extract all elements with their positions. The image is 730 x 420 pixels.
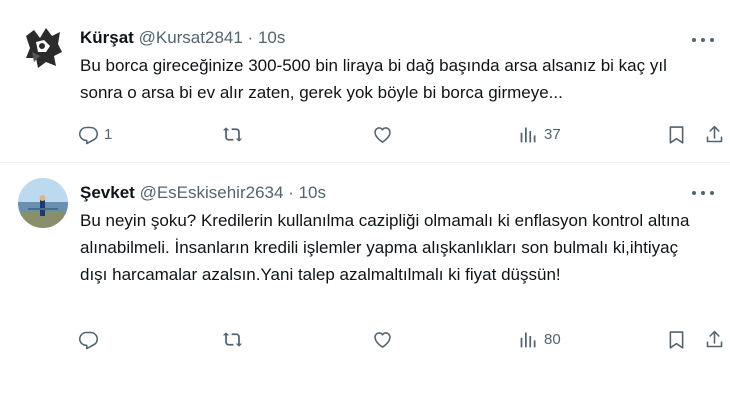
share-icon: [706, 330, 723, 347]
tweet-text: Bu neyin şoku? Kredilerin kullanılma caz…: [80, 211, 690, 284]
reply-count: 1: [104, 125, 113, 143]
tweet-header: Şevket @EsEskisehir2634 · 10s: [80, 183, 326, 203]
retweet-button[interactable]: [222, 325, 243, 353]
retweet-icon: [222, 126, 243, 142]
tweet[interactable]: Kürşat @Kursat2841 · 10s Bu borca girece…: [0, 0, 730, 163]
view-count: 37: [544, 125, 561, 143]
action-bar: 80: [74, 325, 723, 353]
timestamp[interactable]: 10s: [258, 28, 285, 47]
reply-button[interactable]: [78, 325, 99, 353]
tweet-text: Bu borca gireceğinize 300-500 bin liraya…: [80, 56, 667, 102]
like-icon: [374, 331, 391, 348]
bookmark-button[interactable]: [666, 120, 687, 148]
bookmark-button[interactable]: [666, 325, 687, 353]
view-count: 80: [544, 330, 561, 348]
like-button[interactable]: [372, 325, 393, 353]
views-icon: [520, 332, 536, 347]
more-icon[interactable]: [692, 185, 714, 201]
action-bar: 1 37: [74, 120, 723, 148]
views-icon: [520, 127, 536, 142]
display-name[interactable]: Şevket: [80, 183, 135, 202]
separator-dot: ·: [247, 28, 254, 47]
tweet[interactable]: Şevket @EsEskisehir2634 · 10s Bu neyin ş…: [0, 163, 730, 363]
separator-dot: ·: [288, 183, 294, 202]
share-icon: [706, 125, 723, 142]
bookmark-icon: [669, 125, 684, 144]
retweet-button[interactable]: [222, 120, 243, 148]
share-button[interactable]: [704, 120, 725, 148]
timestamp[interactable]: 10s: [299, 183, 326, 202]
reply-icon: [78, 126, 99, 144]
avatar[interactable]: [18, 22, 68, 72]
avatar[interactable]: [18, 178, 68, 228]
user-handle[interactable]: @EsEskisehir2634: [140, 183, 284, 202]
bookmark-icon: [669, 330, 684, 349]
reply-icon: [78, 331, 99, 349]
user-handle[interactable]: @Kursat2841: [139, 28, 243, 47]
views-button[interactable]: 37: [518, 120, 561, 148]
tweet-header: Kürşat @Kursat2841 · 10s: [80, 28, 285, 48]
more-icon[interactable]: [692, 32, 714, 48]
views-button[interactable]: 80: [518, 325, 561, 353]
display-name[interactable]: Kürşat: [80, 28, 134, 47]
like-icon: [374, 126, 391, 143]
share-button[interactable]: [704, 325, 725, 353]
like-button[interactable]: [372, 120, 393, 148]
retweet-icon: [222, 331, 243, 347]
reply-button[interactable]: 1: [78, 120, 112, 148]
